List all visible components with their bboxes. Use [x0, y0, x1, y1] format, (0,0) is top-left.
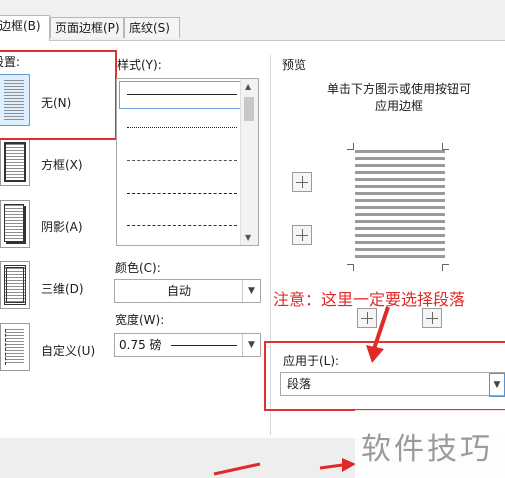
tab-borders[interactable]: 边框(B): [0, 15, 50, 41]
style-label: 样式(Y):: [117, 58, 162, 72]
color-select[interactable]: 自动 ▼: [114, 279, 261, 303]
watermark: 软件技巧: [355, 410, 505, 478]
width-select[interactable]: 0.75 磅 ▼: [114, 333, 261, 357]
width-value: 0.75 磅: [119, 338, 162, 352]
right-border-button[interactable]: [422, 308, 442, 328]
tab-page-borders[interactable]: 页面边框(P): [50, 17, 124, 38]
setting-box-thumb[interactable]: [0, 138, 30, 186]
preview-corner: [442, 143, 449, 150]
style-item-dash-dot[interactable]: [127, 225, 237, 226]
width-line-sample: [171, 345, 237, 346]
style-list-scrollbar[interactable]: ▲ ▼: [240, 79, 258, 245]
scroll-thumb[interactable]: [244, 97, 254, 121]
setting-shadow-thumb[interactable]: [0, 200, 30, 248]
middle-border-button[interactable]: [292, 225, 312, 245]
highlight-box-setting: [0, 50, 117, 140]
color-value: 自动: [166, 284, 191, 298]
style-item-selected[interactable]: [119, 81, 241, 109]
chevron-down-icon[interactable]: ▼: [242, 280, 260, 302]
color-label: 颜色(C):: [115, 261, 161, 275]
style-list[interactable]: ▲ ▼: [116, 78, 259, 246]
preview-label: 预览: [282, 58, 307, 72]
preview-corner: [442, 264, 449, 271]
setting-custom-label[interactable]: 自定义(U): [41, 342, 95, 359]
scroll-down-icon[interactable]: ▼: [245, 233, 251, 242]
preview-corner: [347, 143, 354, 150]
setting-shadow-label[interactable]: 阴影(A): [41, 218, 83, 235]
preview-hint-line2: 应用边框: [375, 99, 424, 113]
style-item-dashed[interactable]: [127, 160, 237, 161]
footer-arrow-icon: [213, 458, 356, 476]
scroll-up-icon[interactable]: ▲: [245, 82, 251, 91]
tab-shading[interactable]: 底纹(S): [124, 17, 180, 38]
preview-corner: [347, 264, 354, 271]
highlight-box-apply: [264, 341, 505, 411]
setting-3d-thumb[interactable]: [0, 261, 30, 309]
style-item-solid[interactable]: [127, 94, 237, 95]
watermark-text: 软件技巧: [361, 432, 493, 467]
width-label: 宽度(W):: [115, 313, 165, 327]
preview-hint-line1: 单击下方图示或使用按钮可: [327, 82, 472, 96]
style-item-dotted[interactable]: [127, 127, 237, 128]
tab-bar: 边框(B) 页面边框(P) 底纹(S): [0, 0, 505, 41]
setting-3d-label[interactable]: 三维(D): [41, 280, 84, 297]
setting-custom-thumb[interactable]: [0, 323, 30, 371]
chevron-down-icon[interactable]: ▼: [242, 334, 260, 356]
style-item-dash[interactable]: [127, 193, 237, 194]
top-border-button[interactable]: [292, 172, 312, 192]
preview-document[interactable]: [355, 150, 445, 258]
setting-box-label[interactable]: 方框(X): [41, 156, 83, 173]
